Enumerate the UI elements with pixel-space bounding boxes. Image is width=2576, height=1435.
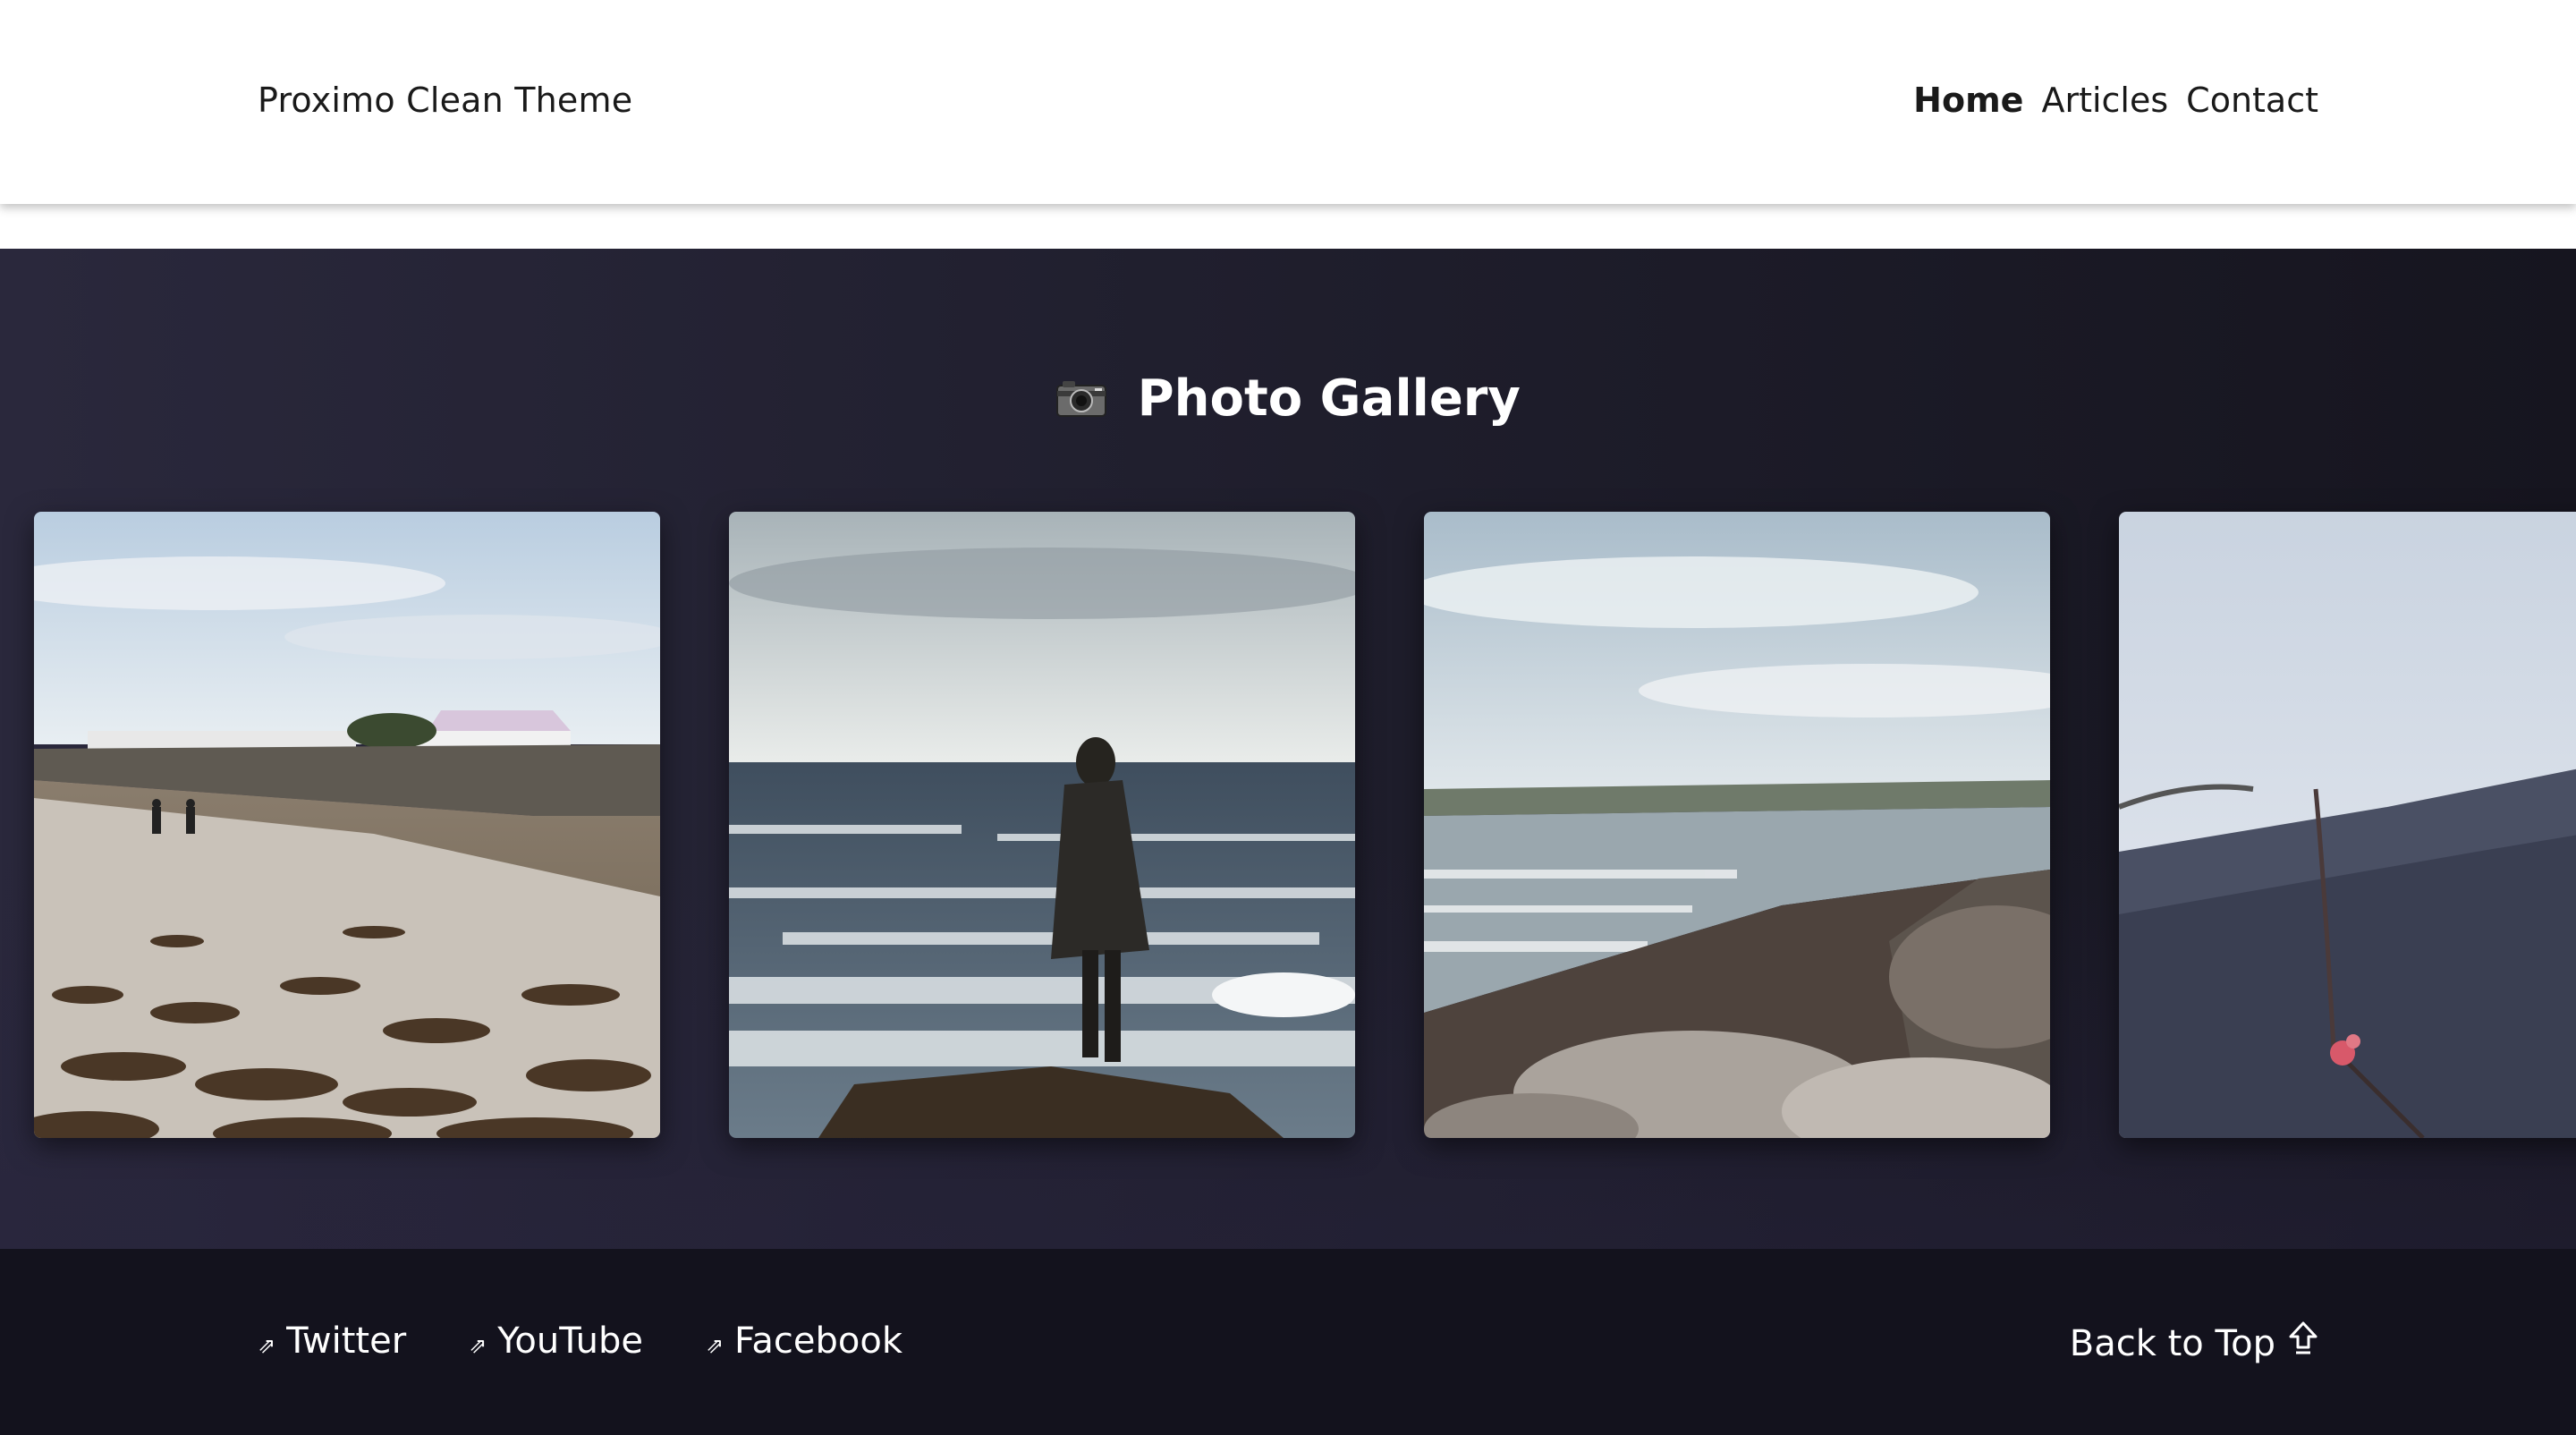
nav-contact[interactable]: Contact (2186, 81, 2318, 120)
photo-gallery-section: Photo Gallery (0, 249, 2576, 1249)
coastline-photo[interactable] (1424, 512, 2050, 1138)
external-link-icon: ⇗ (258, 1333, 276, 1358)
up-arrow-icon (2288, 1320, 2318, 1367)
main-nav: Home Articles Contact (1913, 81, 2318, 120)
back-to-top-label: Back to Top (2069, 1323, 2275, 1364)
site-brand-link[interactable]: Proximo Clean Theme (258, 81, 632, 120)
camera-icon (1055, 372, 1107, 430)
person-on-rock-photo[interactable] (729, 512, 1355, 1138)
site-header: Proximo Clean Theme Home Articles Contac… (0, 0, 2576, 204)
back-to-top-link[interactable]: Back to Top (2070, 1320, 2318, 1367)
external-link-icon: ⇗ (469, 1333, 487, 1358)
gallery-title: Photo Gallery (1137, 369, 1521, 428)
site-footer: ⇗ Twitter ⇗ YouTube ⇗ Facebook Back to T… (0, 1249, 2576, 1435)
youtube-label: YouTube (497, 1320, 643, 1362)
twitter-label: Twitter (286, 1320, 407, 1362)
external-link-icon: ⇗ (705, 1333, 724, 1358)
nav-articles[interactable]: Articles (2041, 81, 2168, 120)
nav-home[interactable]: Home (1913, 81, 2023, 120)
beach-walkers-photo[interactable] (34, 512, 660, 1138)
blurred-branch-photo[interactable] (2119, 512, 2576, 1138)
gallery-heading: Photo Gallery (0, 369, 2576, 430)
facebook-link[interactable]: ⇗ Facebook (706, 1320, 902, 1362)
youtube-link[interactable]: ⇗ YouTube (469, 1320, 643, 1362)
twitter-link[interactable]: ⇗ Twitter (258, 1320, 406, 1362)
social-links: ⇗ Twitter ⇗ YouTube ⇗ Facebook (258, 1320, 902, 1362)
facebook-label: Facebook (734, 1320, 902, 1362)
